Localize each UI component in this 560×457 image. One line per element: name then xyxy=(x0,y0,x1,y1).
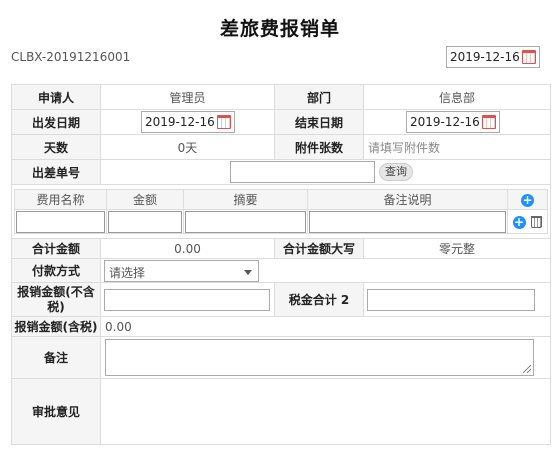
days-value: 0天 xyxy=(100,134,275,160)
tax-total-label: 税金合计 2 xyxy=(274,282,364,317)
resize-grip-icon[interactable] xyxy=(523,365,531,373)
amount-inc-tax-label: 报销金额(含税) xyxy=(11,316,101,337)
calendar-icon[interactable] xyxy=(217,115,231,129)
remark-label: 备注 xyxy=(11,336,101,379)
reimbursement-form-table: 申请人 管理员 部门 信息部 出发日期 2019-12-16 结束日期 2019… xyxy=(11,84,551,445)
payment-method-value: 请选择 xyxy=(109,265,146,280)
days-label: 天数 xyxy=(11,134,101,160)
depart-date-value: 2019-12-16 xyxy=(145,115,215,129)
expense-detail-table: 费用名称 金额 摘要 备注说明 + + xyxy=(14,189,548,234)
trash-icon[interactable] xyxy=(531,216,543,228)
depart-date-field[interactable]: 2019-12-16 xyxy=(141,111,235,133)
calendar-icon[interactable] xyxy=(522,50,536,64)
col-header-expense-name: 费用名称 xyxy=(14,189,107,210)
amount-ex-tax-label: 报销金额(不含税) xyxy=(11,282,101,317)
calendar-icon[interactable] xyxy=(482,115,496,129)
expense-summary-input[interactable] xyxy=(185,210,306,233)
applicant-label: 申请人 xyxy=(11,84,101,110)
document-number: CLBX-20191216001 xyxy=(11,50,131,64)
total-amount-label: 合计金额 xyxy=(11,238,101,259)
expense-remark-input[interactable] xyxy=(309,210,506,233)
expense-amount-input[interactable] xyxy=(108,210,182,233)
plus-circle-icon[interactable]: + xyxy=(521,193,534,207)
end-date-field[interactable]: 2019-12-16 xyxy=(406,111,500,133)
end-date-label: 结束日期 xyxy=(274,109,364,135)
total-amount-upper-label: 合计金额大写 xyxy=(274,238,364,259)
trip-number-label: 出差单号 xyxy=(11,159,101,185)
plus-circle-icon[interactable]: + xyxy=(512,215,526,229)
payment-method-label: 付款方式 xyxy=(11,258,101,283)
approval-opinion-label: 审批意见 xyxy=(11,378,101,445)
caret-down-icon xyxy=(244,269,252,275)
remark-textarea[interactable] xyxy=(105,339,534,376)
department-value: 信息部 xyxy=(363,84,551,110)
form-title: 差旅费报销单 xyxy=(219,18,340,40)
query-button[interactable]: 查询 xyxy=(379,163,413,181)
trip-number-input[interactable] xyxy=(230,161,375,183)
attachment-count-input[interactable]: 请填写附件数 xyxy=(363,134,551,160)
depart-date-label: 出发日期 xyxy=(11,109,101,135)
total-amount-upper-value: 零元整 xyxy=(363,238,551,259)
applicant-value: 管理员 xyxy=(100,84,275,110)
total-amount-value: 0.00 xyxy=(100,238,275,259)
attachment-count-label: 附件张数 xyxy=(274,134,364,160)
amount-inc-tax-value: 0.00 xyxy=(100,316,551,337)
col-header-summary: 摘要 xyxy=(183,189,308,210)
end-date-value: 2019-12-16 xyxy=(410,115,480,129)
tax-total-input[interactable] xyxy=(367,288,535,311)
approval-opinion-area xyxy=(100,378,551,445)
department-label: 部门 xyxy=(274,84,364,110)
col-header-amount: 金额 xyxy=(106,189,184,210)
payment-method-select[interactable]: 请选择 xyxy=(104,259,259,282)
header-date-value: 2019-12-16 xyxy=(450,50,520,64)
amount-ex-tax-input[interactable] xyxy=(104,288,270,311)
col-header-remark: 备注说明 xyxy=(307,189,508,210)
header-date-field[interactable]: 2019-12-16 xyxy=(446,46,540,68)
expense-name-input[interactable] xyxy=(16,210,105,233)
